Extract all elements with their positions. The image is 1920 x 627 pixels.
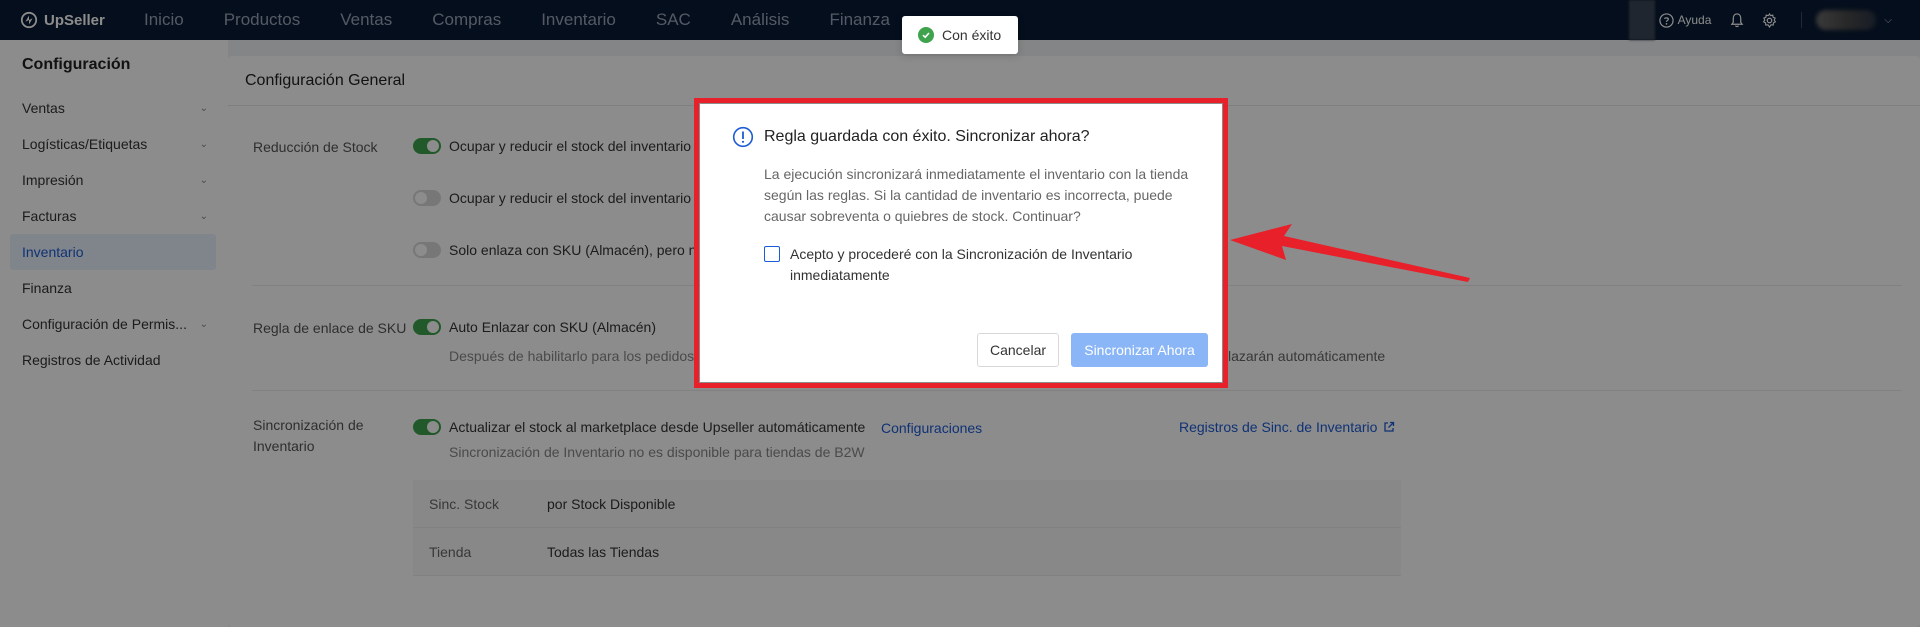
check-circle-icon	[918, 27, 934, 43]
info-circle-icon	[732, 126, 754, 148]
sync-now-button[interactable]: Sincronizar Ahora	[1071, 333, 1208, 367]
cancel-button[interactable]: Cancelar	[977, 333, 1059, 367]
dialog-title-text: Regla guardada con éxito. Sincronizar ah…	[764, 128, 1090, 145]
checkbox-label: Acepto y procederé con la Sincronización…	[790, 246, 1133, 283]
success-toast: Con éxito	[902, 16, 1018, 54]
sync-confirm-dialog: Regla guardada con éxito. Sincronizar ah…	[700, 104, 1222, 382]
dialog-title: Regla guardada con éxito. Sincronizar ah…	[732, 126, 1090, 148]
annotation-arrow	[1230, 224, 1470, 282]
dialog-body: La ejecución sincronizará inmediatamente…	[764, 166, 1189, 224]
accept-sync-checkbox[interactable]	[764, 246, 780, 262]
accept-sync-checkbox-row[interactable]: Acepto y procederé con la Sincronización…	[764, 244, 1184, 286]
toast-text: Con éxito	[942, 27, 1002, 43]
